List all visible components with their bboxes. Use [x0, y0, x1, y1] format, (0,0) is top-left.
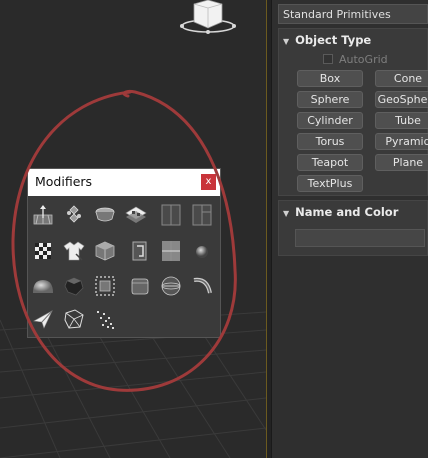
torus-button[interactable]: Torus: [297, 133, 363, 150]
particles-icon[interactable]: [94, 308, 116, 330]
viewcube[interactable]: [178, 0, 238, 36]
faceted-blob-icon[interactable]: [63, 275, 85, 297]
page-icon[interactable]: [129, 240, 151, 262]
split-icon[interactable]: [160, 240, 182, 262]
collapse-triangle-icon: ▼: [283, 209, 290, 218]
crumple-icon[interactable]: [63, 308, 85, 330]
plane-button[interactable]: Plane: [375, 154, 428, 171]
panel-slot-icon[interactable]: [160, 204, 182, 226]
box-button[interactable]: Box: [297, 70, 363, 87]
modifiers-titlebar[interactable]: Modifiers x: [28, 169, 220, 196]
textplus-button[interactable]: TextPlus: [297, 175, 363, 192]
ffd-grid-icon[interactable]: [32, 204, 54, 226]
primitives-dropdown[interactable]: Standard Primitives: [278, 4, 428, 24]
cube-icon[interactable]: [94, 240, 116, 262]
object-type-rollout: ▼ Object Type AutoGrid Box Cone Sphere Ge…: [278, 28, 428, 196]
object-type-title: Object Type: [295, 33, 372, 47]
twist-icon[interactable]: [63, 204, 85, 226]
pyramid-button[interactable]: Pyramid: [375, 133, 428, 150]
globe-icon[interactable]: [160, 275, 182, 297]
name-and-color-title: Name and Color: [295, 205, 399, 219]
checkbox-icon: [323, 54, 333, 64]
autogrid-checkbox[interactable]: AutoGrid: [323, 53, 388, 67]
command-panel: Standard Primitives ▼ Object Type AutoGri…: [272, 0, 428, 458]
teapot-button[interactable]: Teapot: [297, 154, 363, 171]
panel-slot-2-icon[interactable]: [191, 204, 213, 226]
object-name-field[interactable]: [295, 229, 425, 247]
geosphere-button[interactable]: GeoSphere: [375, 91, 428, 108]
cylinder-button[interactable]: Cylinder: [297, 112, 363, 129]
curve-icon[interactable]: [191, 275, 213, 297]
shell-icon[interactable]: [125, 204, 147, 226]
sphere-button[interactable]: Sphere: [297, 91, 363, 108]
name-and-color-header[interactable]: ▼ Name and Color: [279, 201, 427, 223]
collapse-triangle-icon: ▼: [283, 37, 290, 46]
name-and-color-rollout: ▼ Name and Color: [278, 200, 428, 256]
paper-plane-icon[interactable]: [32, 308, 54, 330]
cloth-icon[interactable]: [63, 240, 85, 262]
autogrid-label: AutoGrid: [339, 53, 388, 66]
dome-icon[interactable]: [32, 275, 54, 297]
checker-icon[interactable]: [32, 240, 54, 262]
cone-button[interactable]: Cone: [375, 70, 428, 87]
dotted-frame-icon[interactable]: [94, 275, 116, 297]
object-type-header[interactable]: ▼ Object Type: [279, 29, 427, 51]
tube-button[interactable]: Tube: [375, 112, 428, 129]
rounded-cube-icon[interactable]: [129, 275, 151, 297]
close-button[interactable]: x: [201, 174, 216, 190]
modifiers-title: Modifiers: [35, 174, 93, 189]
sphere-small-icon[interactable]: [191, 240, 213, 262]
taper-icon[interactable]: [94, 204, 116, 226]
modifiers-dialog: Modifiers x: [27, 168, 221, 338]
